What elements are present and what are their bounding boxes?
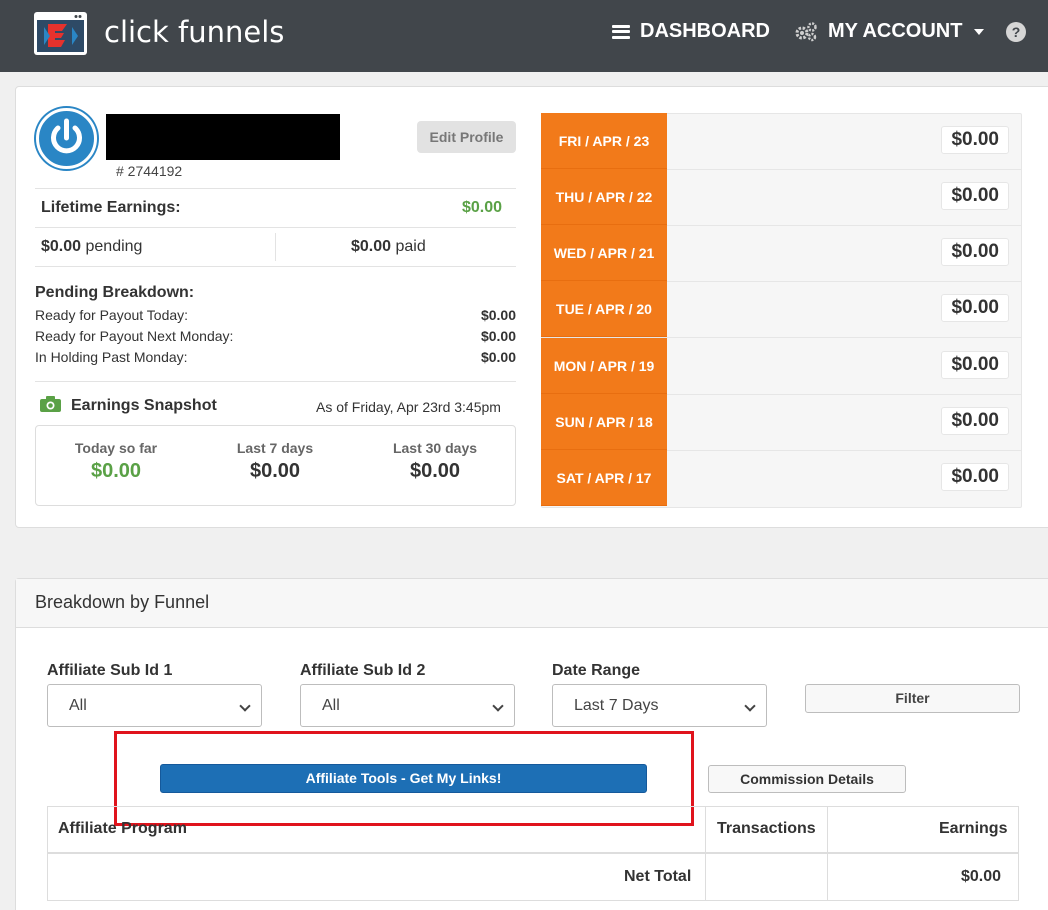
day-label: SUN / APR / 18 [541, 394, 667, 450]
day-value: $0.00 [941, 238, 1009, 266]
pending-breakdown-label: Ready for Payout Today: [35, 307, 189, 323]
day-row: TUE / APR / 20 $0.00 [541, 281, 1022, 338]
gears-icon [795, 21, 817, 41]
day-row: MON / APR / 19 $0.00 [541, 338, 1022, 395]
day-value: $0.00 [941, 463, 1009, 491]
top-navbar: click funnels DASHBOARD MY ACCOUNT ? [0, 0, 1048, 72]
paid-label: paid [395, 238, 426, 255]
pending-amount: $0.00 pending [41, 238, 142, 256]
snapshot-last-30-days: Last 30 days $0.00 [355, 440, 515, 483]
pending-breakdown-title: Pending Breakdown: [35, 284, 195, 301]
power-icon [51, 118, 82, 154]
earnings-snapshot-title: Earnings Snapshot [71, 397, 217, 414]
chevron-down-icon [744, 700, 756, 712]
divider [35, 266, 516, 267]
net-total-label: Net Total [624, 868, 692, 885]
day-row: SUN / APR / 18 $0.00 [541, 394, 1022, 451]
clickfunnels-logo-icon[interactable] [34, 12, 87, 55]
day-row: FRI / APR / 23 $0.00 [541, 113, 1022, 170]
snapshot-value: $0.00 [90, 460, 142, 482]
nav-my-account[interactable]: MY ACCOUNT [794, 20, 985, 43]
snapshot-value: $0.00 [249, 460, 301, 482]
day-value: $0.00 [941, 294, 1009, 322]
col-earnings[interactable]: Earnings [939, 820, 1007, 838]
day-row: WED / APR / 21 $0.00 [541, 225, 1022, 282]
sub-id-1-value: All [69, 697, 87, 714]
snapshot-label: Today so far [74, 440, 158, 456]
pending-breakdown-value: $0.00 [480, 307, 516, 323]
col-transactions[interactable]: Transactions [717, 820, 816, 838]
breakdown-title: Breakdown by Funnel [35, 592, 210, 612]
day-label: MON / APR / 19 [541, 338, 667, 394]
paid-amount: $0.00 paid [351, 238, 426, 256]
snapshot-last-7-days: Last 7 days $0.00 [195, 440, 355, 483]
lifetime-earnings-label: Lifetime Earnings: [41, 199, 181, 216]
user-id: # 2744192 [116, 163, 183, 179]
divider [35, 227, 516, 228]
pending-breakdown-value: $0.00 [480, 349, 516, 365]
day-label: TUE / APR / 20 [541, 281, 667, 337]
avatar [36, 108, 97, 169]
nav-dashboard-label: DASHBOARD [640, 20, 770, 42]
paid-value: $0.00 [351, 238, 392, 255]
day-label: SAT / APR / 17 [541, 450, 667, 506]
date-range-select[interactable]: Last 7 Days [552, 684, 767, 727]
sub-id-1-select[interactable]: All [47, 684, 262, 727]
pending-label: pending [85, 238, 143, 255]
pending-breakdown-row: Ready for Payout Today: $0.00 [35, 307, 516, 323]
sub-id-1-label: Affiliate Sub Id 1 [47, 662, 173, 679]
day-row: THU / APR / 22 $0.00 [541, 169, 1022, 226]
snapshot-timestamp: As of Friday, Apr 23rd 3:45pm [316, 399, 501, 415]
pending-breakdown-label: In Holding Past Monday: [35, 349, 188, 365]
chevron-down-icon [492, 700, 504, 712]
table-header-divider [47, 852, 1019, 854]
day-value: $0.00 [941, 182, 1009, 210]
pending-breakdown-row: In Holding Past Monday: $0.00 [35, 349, 516, 365]
net-total-value: $0.00 [961, 868, 1002, 885]
lifetime-earnings-value: $0.00 [462, 199, 503, 216]
divider [35, 188, 516, 189]
sub-id-2-select[interactable]: All [300, 684, 515, 727]
col-affiliate-program[interactable]: Affiliate Program [58, 820, 187, 838]
day-row: SAT / APR / 17 $0.00 [541, 450, 1022, 507]
day-value: $0.00 [941, 126, 1009, 154]
date-range-label: Date Range [552, 662, 641, 679]
sub-id-2-label: Affiliate Sub Id 2 [300, 662, 426, 679]
snapshot-label: Last 7 days [236, 440, 314, 456]
pending-value: $0.00 [41, 238, 82, 255]
nav-dashboard[interactable]: DASHBOARD [612, 20, 770, 43]
pending-breakdown-label: Ready for Payout Next Monday: [35, 328, 234, 344]
menu-icon [612, 24, 630, 39]
camera-icon [40, 396, 61, 412]
help-icon[interactable]: ? [1006, 22, 1026, 42]
redacted-username [106, 114, 340, 160]
day-label: FRI / APR / 23 [541, 113, 667, 169]
date-range-value: Last 7 Days [574, 697, 659, 714]
brand-name[interactable]: click funnels [104, 15, 284, 49]
pending-breakdown-value: $0.00 [480, 328, 516, 344]
edit-profile-button[interactable]: Edit Profile [417, 121, 516, 153]
caret-down-icon [974, 28, 985, 35]
snapshot-label: Last 30 days [392, 440, 478, 456]
snapshot-value: $0.00 [409, 460, 461, 482]
day-label: THU / APR / 22 [541, 169, 667, 225]
nav-my-account-label: MY ACCOUNT [828, 20, 963, 42]
table-column-divider [705, 806, 706, 901]
table-column-divider [827, 806, 828, 901]
sub-id-2-value: All [322, 697, 340, 714]
day-label: WED / APR / 21 [541, 225, 667, 281]
divider [35, 381, 516, 382]
commission-details-button[interactable]: Commission Details [708, 765, 906, 793]
day-value: $0.00 [941, 351, 1009, 379]
filter-button[interactable]: Filter [805, 684, 1020, 713]
chevron-down-icon [239, 700, 251, 712]
snapshot-today: Today so far $0.00 [36, 440, 196, 483]
pending-breakdown-row: Ready for Payout Next Monday: $0.00 [35, 328, 516, 344]
day-value: $0.00 [941, 407, 1009, 435]
divider [275, 233, 276, 261]
affiliate-tools-button[interactable]: Affiliate Tools - Get My Links! [160, 764, 647, 793]
